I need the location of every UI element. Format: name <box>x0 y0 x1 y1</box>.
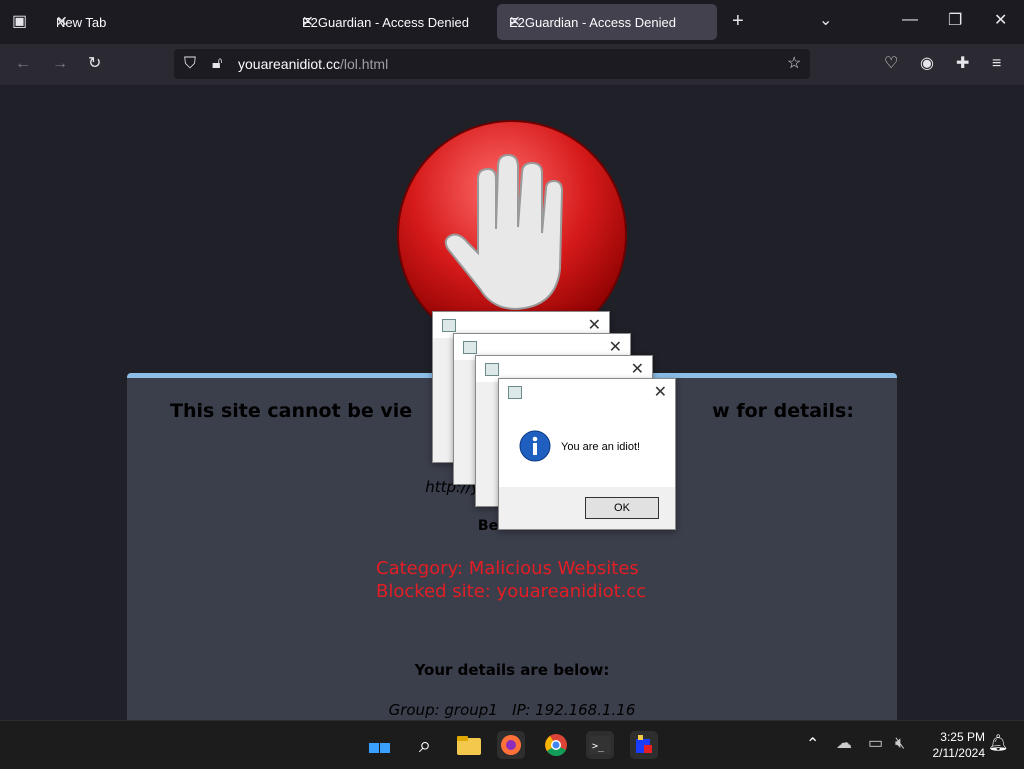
tab-new-tab[interactable]: New Tab ✕ <box>44 4 268 40</box>
category-text: Category: Malicious Websites <box>376 558 639 579</box>
close-icon[interactable]: ✕ <box>654 382 667 402</box>
reload-icon[interactable]: ↻ <box>88 56 101 72</box>
app-icon[interactable] <box>630 731 658 759</box>
network-icon[interactable]: ▭ <box>868 736 883 752</box>
onedrive-icon[interactable]: ☁ <box>836 736 852 752</box>
account-icon[interactable]: ◉ <box>920 56 934 72</box>
notification-icon[interactable]: 🔔︎ <box>988 736 1008 752</box>
close-icon[interactable]: ✕ <box>609 337 622 357</box>
dialog-message: You are an idiot! <box>561 441 641 453</box>
chevron-down-icon[interactable]: ⌄ <box>819 13 832 29</box>
close-icon[interactable]: ✕ <box>509 13 707 30</box>
extensions-icon[interactable]: ✚ <box>956 56 969 72</box>
app-icon <box>485 363 499 376</box>
url-text[interactable]: youareanidiot.cc/lol.html <box>238 56 388 72</box>
shield-icon[interactable]: ⛉ <box>184 56 196 72</box>
close-window-icon[interactable]: ✕ <box>994 13 1007 29</box>
reason-label: Be <box>477 518 499 534</box>
app-icon <box>442 319 456 332</box>
new-tab-icon[interactable]: + <box>732 11 744 31</box>
bookmark-star-icon[interactable]: ☆ <box>787 56 801 72</box>
idiot-dialog[interactable]: ✕ You are an idiot! OK <box>498 378 676 530</box>
tab-bar: ▣ New Tab ✕ E2Guardian - Access Denied ✕ E… <box>0 0 1024 44</box>
tab-access-denied-2[interactable]: E2Guardian - Access Denied ✕ <box>497 4 717 40</box>
blocked-site-text: Blocked site: youareanidiot.cc <box>376 581 647 602</box>
taskbar: ⌕ >_ ⌃ ☁ ▭ 🔇︎ 3:25 PM 2/11/2024 🔔︎ <box>0 720 1024 769</box>
app-icon <box>508 386 522 399</box>
clock-time[interactable]: 3:25 PM <box>925 730 985 744</box>
close-icon[interactable]: ✕ <box>631 359 644 379</box>
menu-icon[interactable]: ≡ <box>992 56 1001 72</box>
back-icon[interactable]: ← <box>15 56 31 72</box>
file-explorer-icon[interactable] <box>455 731 483 759</box>
ok-button[interactable]: OK <box>585 497 659 519</box>
search-icon[interactable]: ⌕ <box>411 731 439 759</box>
restore-icon[interactable]: ❐ <box>948 13 962 29</box>
chevron-up-icon[interactable]: ⌃ <box>806 737 819 753</box>
forward-icon[interactable]: → <box>52 56 68 72</box>
chrome-icon[interactable] <box>542 731 570 759</box>
url-bar[interactable]: ⛉ 🔓︎ youareanidiot.cc/lol.html ☆ <box>174 49 810 79</box>
info-icon <box>519 430 551 462</box>
app-icon <box>463 341 477 354</box>
close-icon[interactable]: ✕ <box>588 315 601 335</box>
details-text: Group: group1 IP: 192.168.1.16 <box>388 701 636 719</box>
minimize-icon[interactable]: — <box>902 12 918 28</box>
volume-icon[interactable]: 🔇︎ <box>895 736 905 752</box>
lock-icon[interactable]: 🔓︎ <box>212 56 222 72</box>
clock-date[interactable]: 2/11/2024 <box>915 746 986 760</box>
tab-access-denied-1[interactable]: E2Guardian - Access Denied ✕ <box>290 4 494 40</box>
firefox-icon[interactable] <box>497 731 525 759</box>
start-icon[interactable] <box>366 731 394 759</box>
close-icon[interactable]: ✕ <box>56 13 258 30</box>
navigation-toolbar: ← → ↻ ⛉ 🔓︎ youareanidiot.cc/lol.html ☆ ♡… <box>0 44 1024 86</box>
stop-hand-icon <box>397 120 627 329</box>
terminal-icon[interactable]: >_ <box>586 731 614 759</box>
details-heading: Your details are below: <box>414 661 610 679</box>
pocket-icon[interactable]: ♡ <box>884 56 898 72</box>
svg-text:>_: >_ <box>592 741 605 752</box>
close-icon[interactable]: ✕ <box>302 13 484 30</box>
tab-list-icon[interactable]: ▣ <box>12 14 27 30</box>
